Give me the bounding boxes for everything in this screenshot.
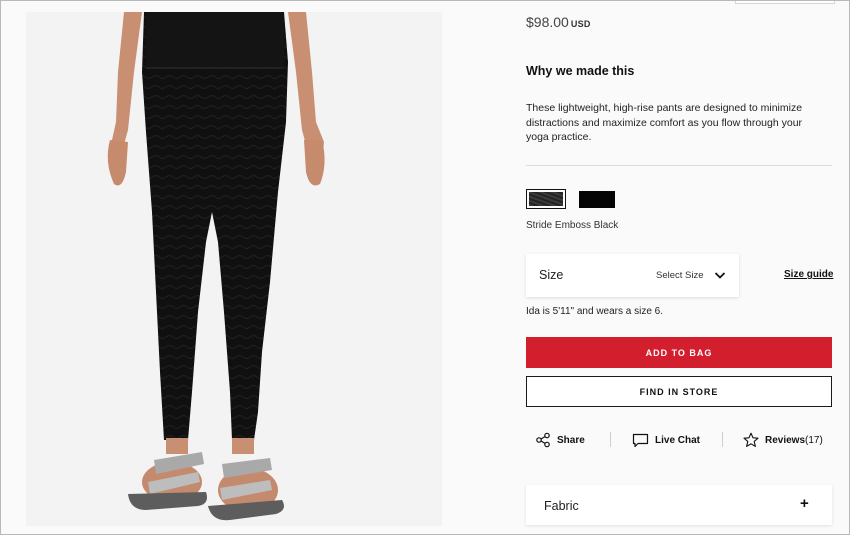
- expand-plus-icon[interactable]: +: [800, 495, 809, 512]
- share-label: Share: [557, 434, 585, 446]
- color-swatch-black[interactable]: [579, 191, 615, 208]
- model-size-note: Ida is 5'11" and wears a size 6.: [526, 306, 664, 317]
- reviews-count: (17): [805, 434, 823, 446]
- price-amount: $98.00: [526, 14, 569, 30]
- size-guide-link[interactable]: Size guide: [784, 269, 833, 280]
- price: $98.00 USD: [526, 14, 591, 30]
- reviews-label: Reviews: [765, 434, 806, 446]
- top-tab: [735, 0, 835, 4]
- price-currency: USD: [570, 19, 591, 29]
- reviews-button[interactable]: Reviews (17): [743, 431, 823, 449]
- share-icon: [536, 432, 550, 448]
- chat-icon: [632, 433, 649, 447]
- chevron-down-icon: [714, 272, 726, 279]
- color-swatch-stride-emboss-black[interactable]: [526, 189, 566, 209]
- size-placeholder: Select Size: [656, 270, 704, 281]
- find-in-store-button[interactable]: FIND IN STORE: [526, 376, 832, 407]
- share-button[interactable]: Share: [535, 431, 585, 449]
- why-heading: Why we made this: [526, 64, 635, 78]
- model-photo: [26, 12, 442, 526]
- product-description: These lightweight, high-rise pants are d…: [526, 102, 803, 143]
- live-chat-button[interactable]: Live Chat: [632, 431, 700, 449]
- add-to-bag-button[interactable]: ADD TO BAG: [526, 337, 832, 368]
- star-icon: [743, 432, 759, 447]
- color-name: Stride Emboss Black: [526, 220, 619, 231]
- separator: [610, 432, 611, 447]
- size-selector[interactable]: Size Select Size: [526, 254, 739, 297]
- fabric-label: Fabric: [544, 499, 579, 513]
- divider: [526, 165, 832, 166]
- product-image[interactable]: [26, 12, 442, 526]
- fabric-accordion[interactable]: Fabric +: [526, 485, 832, 525]
- live-chat-label: Live Chat: [655, 434, 701, 446]
- size-label: Size: [539, 268, 564, 282]
- separator: [722, 432, 723, 447]
